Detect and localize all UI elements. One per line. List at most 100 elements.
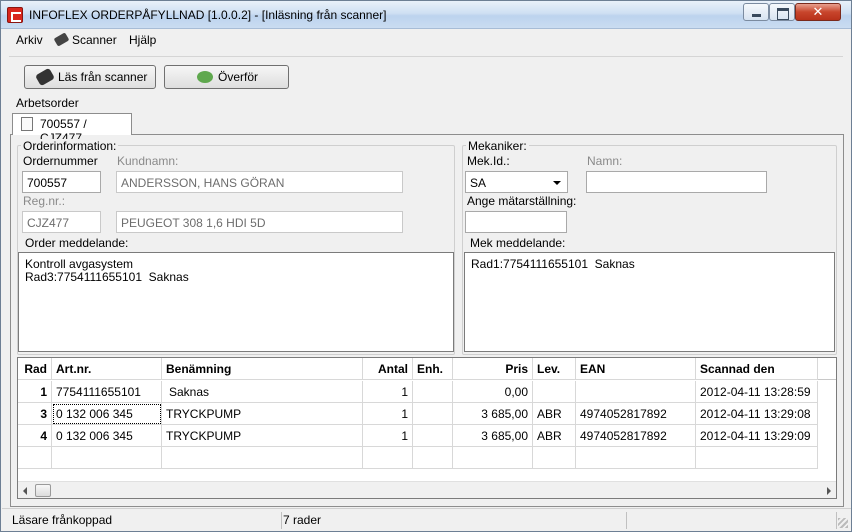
- table-row-cell-rad[interactable]: 3: [18, 403, 52, 425]
- matarstallning-label: Ange mätarställning:: [467, 194, 577, 208]
- status-rows: 7 rader: [277, 512, 627, 529]
- table-row-cell-antal[interactable]: 1: [363, 425, 413, 447]
- table-row-cell-enh[interactable]: [413, 381, 453, 403]
- mekid-select[interactable]: SA: [465, 171, 568, 193]
- vehicle-field[interactable]: PEUGEOT 308 1,6 HDI 5D: [116, 211, 403, 233]
- mek-message-label: Mek meddelande:: [468, 236, 568, 250]
- col-ean[interactable]: EAN: [576, 358, 696, 380]
- namn-label: Namn:: [587, 154, 623, 168]
- menu-arkiv[interactable]: Arkiv: [16, 33, 43, 47]
- order-lines-grid[interactable]: Rad Art.nr. Benämning Antal Enh. Pris Le…: [17, 357, 837, 499]
- table-row-cell-enh[interactable]: [413, 425, 453, 447]
- table-row-cell-antal[interactable]: 1: [363, 403, 413, 425]
- transfer-label: Överför: [218, 70, 259, 84]
- col-antal[interactable]: Antal: [363, 358, 413, 380]
- close-button[interactable]: ✕: [795, 3, 841, 21]
- resize-grip[interactable]: [838, 518, 848, 528]
- mekid-value: SA: [470, 176, 487, 190]
- menu-scanner[interactable]: Scanner: [72, 33, 117, 47]
- scrollbar-thumb[interactable]: [35, 484, 51, 497]
- regnr-label: Reg.nr.:: [23, 194, 66, 208]
- mechanic-title: Mekaniker:: [466, 139, 529, 153]
- window-title: INFOFLEX ORDERPÅFYLLNAD [1.0.0.2] - [Inl…: [29, 8, 387, 22]
- table-row-cell-rad[interactable]: 1: [18, 381, 52, 403]
- col-rad[interactable]: Rad: [18, 358, 52, 380]
- toolbar-separator: [9, 56, 843, 57]
- table-row-new[interactable]: [413, 447, 453, 469]
- scroll-left-icon[interactable]: [23, 487, 27, 495]
- app-window: INFOFLEX ORDERPÅFYLLNAD [1.0.0.2] - [Inl…: [0, 0, 852, 532]
- chevron-down-icon: [553, 181, 561, 185]
- table-row-cell-benamning[interactable]: TRYCKPUMP: [162, 403, 363, 425]
- col-scannad[interactable]: Scannad den: [696, 358, 818, 380]
- col-pris[interactable]: Pris: [453, 358, 533, 380]
- ordernummer-field[interactable]: 700557: [22, 171, 101, 193]
- table-row-cell-antal[interactable]: 1: [363, 381, 413, 403]
- read-from-scanner-label: Läs från scanner: [58, 70, 148, 84]
- table-row-cell-ean[interactable]: 4974052817892: [576, 425, 696, 447]
- table-row-new[interactable]: [453, 447, 533, 469]
- kundnamn-label: Kundnamn:: [117, 154, 179, 168]
- table-row-new[interactable]: [363, 447, 413, 469]
- table-row-cell-enh[interactable]: [413, 403, 453, 425]
- table-row-cell-pris[interactable]: 0,00: [453, 381, 533, 403]
- table-row-new[interactable]: [18, 447, 52, 469]
- table-row-cell-artnr[interactable]: 0 132 006 345: [52, 425, 162, 447]
- document-icon: [21, 117, 33, 131]
- table-row-cell-scannad[interactable]: 2012-04-11 13:29:08: [696, 403, 818, 425]
- table-row-cell-artnr[interactable]: 0 132 006 345: [52, 403, 162, 425]
- table-row-cell-lev[interactable]: ABR: [533, 403, 576, 425]
- section-label: Arbetsorder: [16, 96, 79, 110]
- title-bar: INFOFLEX ORDERPÅFYLLNAD [1.0.0.2] - [Inl…: [1, 1, 851, 29]
- table-row-new[interactable]: [162, 447, 363, 469]
- menu-bar: Arkiv Scanner Hjälp: [2, 30, 851, 52]
- order-message-field[interactable]: Kontroll avgasystem Rad3:7754111655101 S…: [18, 252, 454, 352]
- order-message-label: Order meddelande:: [23, 236, 131, 250]
- app-icon: [7, 7, 23, 23]
- horizontal-scrollbar[interactable]: [18, 481, 836, 498]
- table-row-cell-lev[interactable]: ABR: [533, 425, 576, 447]
- table-row-cell-lev[interactable]: [533, 381, 576, 403]
- table-row-cell-scannad[interactable]: 2012-04-11 13:29:09: [696, 425, 818, 447]
- col-lev[interactable]: Lev.: [533, 358, 576, 380]
- table-row-new[interactable]: [576, 447, 696, 469]
- status-bar: Läsare frånkoppad 7 rader: [2, 508, 851, 531]
- maximize-button[interactable]: [769, 3, 795, 21]
- table-row-cell-benamning[interactable]: TRYCKPUMP: [162, 425, 363, 447]
- table-row-cell-pris[interactable]: 3 685,00: [453, 425, 533, 447]
- close-icon: ✕: [812, 4, 824, 19]
- table-row-cell-ean[interactable]: 4974052817892: [576, 403, 696, 425]
- namn-field[interactable]: [586, 171, 767, 193]
- status-reader: Läsare frånkoppad: [6, 512, 282, 529]
- kundnamn-field[interactable]: ANDERSSON, HANS GÖRAN: [116, 171, 403, 193]
- table-row-cell-scannad[interactable]: 2012-04-11 13:28:59: [696, 381, 818, 403]
- grid-header: Rad Art.nr. Benämning Antal Enh. Pris Le…: [18, 358, 836, 380]
- mek-message-field[interactable]: Rad1:7754111655101 Saknas: [464, 252, 835, 352]
- col-benamning[interactable]: Benämning: [162, 358, 363, 380]
- scroll-right-icon[interactable]: [827, 487, 831, 495]
- table-row-cell-rad[interactable]: 4: [18, 425, 52, 447]
- table-row-cell-artnr[interactable]: 7754111655101: [52, 381, 162, 403]
- minimize-button[interactable]: [743, 3, 769, 21]
- ordernummer-label: Ordernummer: [23, 154, 98, 168]
- matarstallning-field[interactable]: [465, 211, 567, 233]
- order-info-title: Orderinformation:: [21, 139, 119, 153]
- status-empty: [627, 512, 837, 529]
- scanner-icon: [35, 67, 55, 87]
- col-artnr[interactable]: Art.nr.: [52, 358, 162, 380]
- tab-order[interactable]: 700557 / CJZ477: [12, 113, 132, 145]
- menu-hjalp[interactable]: Hjälp: [129, 33, 156, 47]
- table-row-cell-benamning[interactable]: Saknas: [162, 381, 363, 403]
- table-row-new[interactable]: [696, 447, 818, 469]
- table-row-cell-ean[interactable]: [576, 381, 696, 403]
- table-row-cell-pris[interactable]: 3 685,00: [453, 403, 533, 425]
- read-from-scanner-button[interactable]: Läs från scanner: [24, 65, 156, 89]
- scanner-icon: [53, 32, 70, 47]
- transfer-button[interactable]: Överför: [164, 65, 289, 89]
- mekid-label: Mek.Id.:: [467, 154, 510, 168]
- table-row-new[interactable]: [533, 447, 576, 469]
- table-row-new[interactable]: [52, 447, 162, 469]
- col-enh[interactable]: Enh.: [413, 358, 453, 380]
- transfer-icon: [197, 71, 213, 83]
- regnr-field[interactable]: CJZ477: [22, 211, 101, 233]
